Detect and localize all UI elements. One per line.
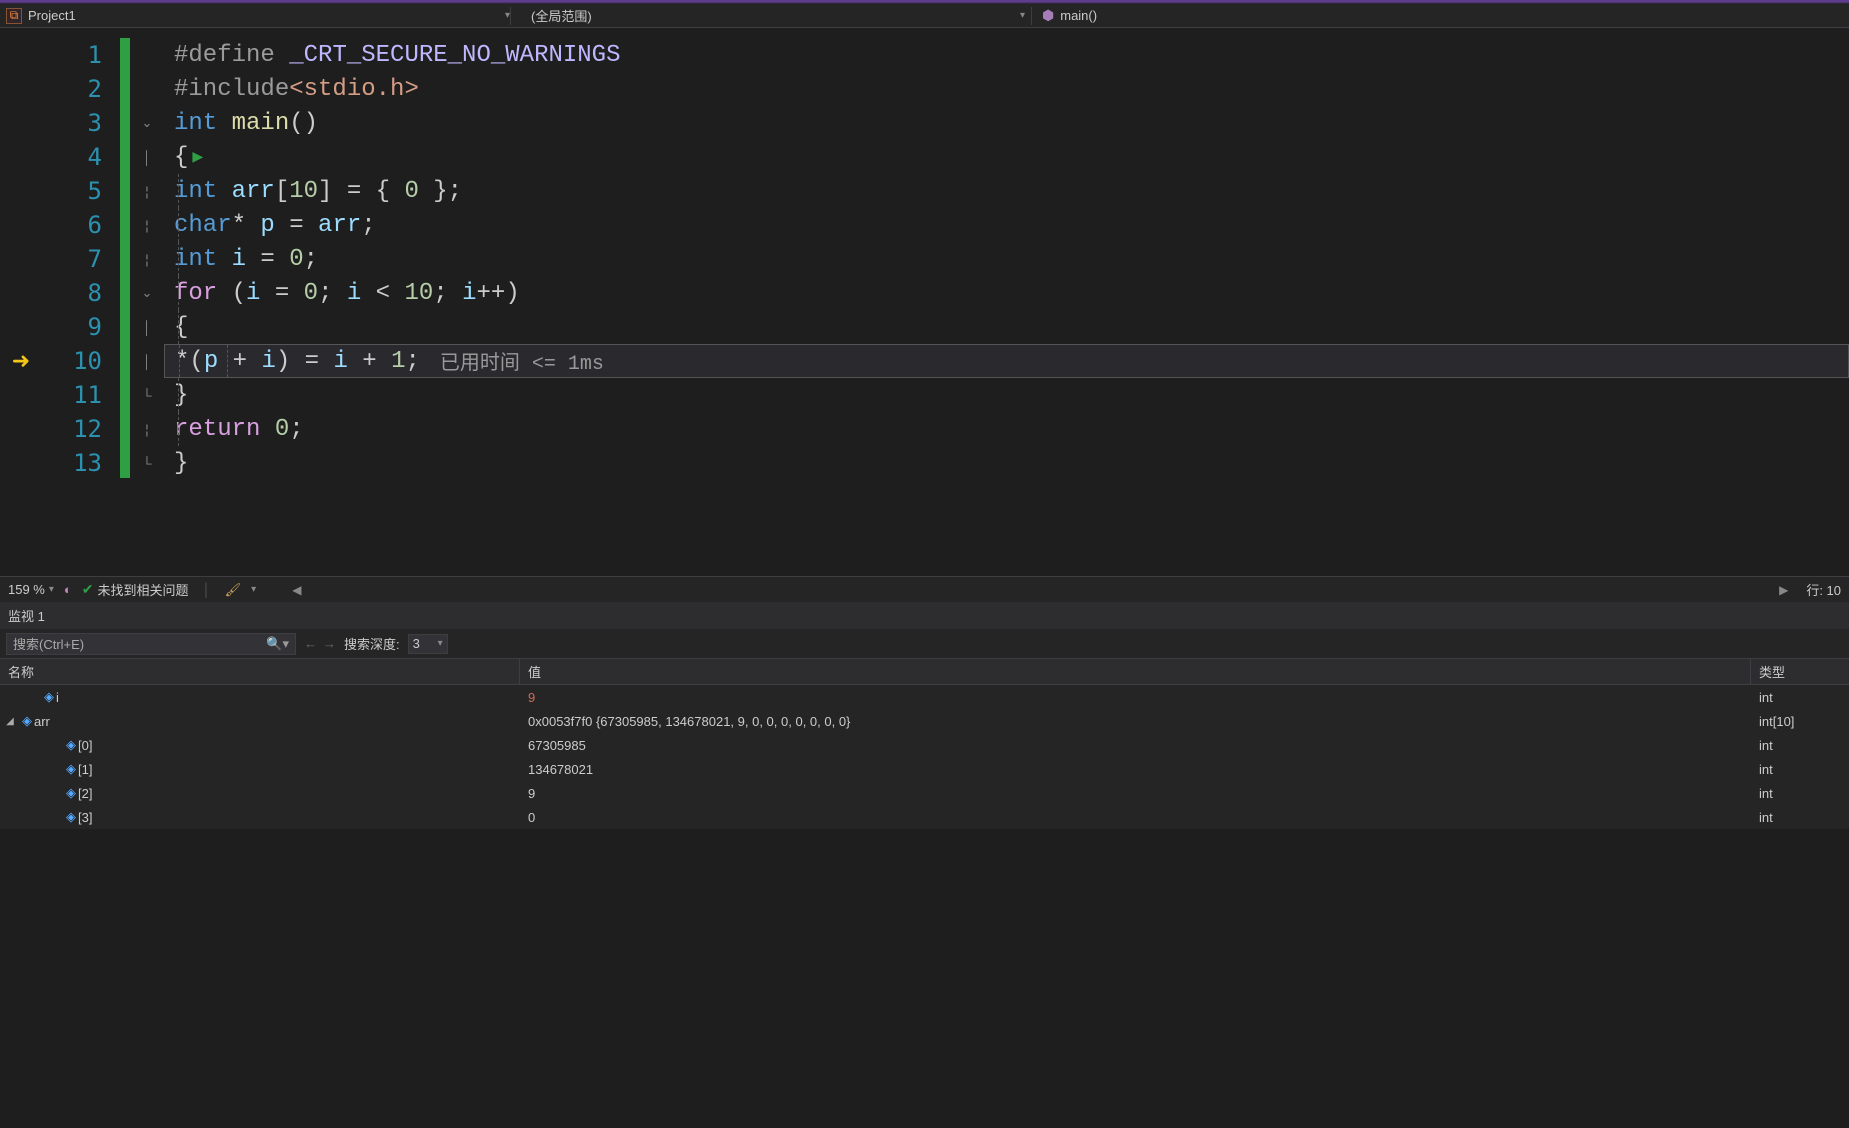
change-indicator-bar	[120, 38, 130, 478]
variable-icon: ◈	[22, 713, 32, 729]
nav-function-dropdown[interactable]: ⬢ main()	[1032, 7, 1849, 24]
watch-row[interactable]: ◈ [0] 67305985 int	[0, 733, 1849, 757]
column-header-type[interactable]: 类型	[1751, 659, 1849, 684]
code-text-area[interactable]: #define _CRT_SECURE_NO_WARNINGS #include…	[164, 28, 1849, 576]
watch-row[interactable]: ◈ i 9 int	[0, 685, 1849, 709]
watch-row[interactable]: ◈ [3] 0 int	[0, 805, 1849, 829]
watch-type: int	[1751, 762, 1849, 777]
watch-value: 0	[520, 810, 1751, 825]
code-line: }	[164, 378, 1849, 412]
watch-panel: 监视 1 搜索(Ctrl+E) 🔍▾ ← → 搜索深度: 3 ▾ 名称 值 类型…	[0, 602, 1849, 829]
nav-project-label: Project1	[28, 8, 76, 23]
variable-icon: ◈	[66, 785, 76, 801]
code-line: #define _CRT_SECURE_NO_WARNINGS	[164, 38, 1849, 72]
watch-value: 9	[520, 786, 1751, 801]
watch-value: 67305985	[520, 738, 1751, 753]
fold-toggle-icon[interactable]: ⌄	[130, 276, 164, 310]
code-line: return 0;	[164, 412, 1849, 446]
watch-panel-title: 监视 1	[0, 602, 1849, 629]
watch-toolbar: 搜索(Ctrl+E) 🔍▾ ← → 搜索深度: 3 ▾	[0, 629, 1849, 659]
code-line: int main()	[164, 106, 1849, 140]
watch-value: 0x0053f7f0 {67305985, 134678021, 9, 0, 0…	[520, 714, 1751, 729]
variable-icon: ◈	[66, 809, 76, 825]
breakpoint-gutter[interactable]: ➜	[0, 28, 42, 576]
variable-icon: ◈	[66, 737, 76, 753]
nav-project-dropdown[interactable]: ⧉ Project1 ▾	[0, 8, 510, 24]
search-forward-button[interactable]: →	[323, 636, 336, 651]
navigation-bar: ⧉ Project1 ▾ (全局范围) ▾ ⬢ main()	[0, 4, 1849, 28]
search-back-button[interactable]: ←	[304, 636, 317, 651]
watch-row[interactable]: ◈ [1] 134678021 int	[0, 757, 1849, 781]
code-line: int arr[10] = { 0 };	[164, 174, 1849, 208]
code-line: char* p = arr;	[164, 208, 1849, 242]
issues-status[interactable]: ✔未找到相关问题	[82, 580, 189, 599]
zoom-level[interactable]: 159 % ▾	[8, 582, 54, 597]
run-to-click-icon[interactable]: ▶	[192, 146, 203, 168]
chevron-down-icon: ▾	[438, 638, 443, 649]
execution-pointer-icon: ➜	[12, 348, 30, 374]
code-line: {	[164, 310, 1849, 344]
code-line: {▶	[164, 140, 1849, 174]
fold-gutter[interactable]: ⌄ │ ¦ ¦ ¦ ⌄ │ │ └ ¦ └	[130, 28, 164, 576]
nav-scope-dropdown[interactable]: (全局范围) ▾	[511, 4, 1031, 27]
code-line: for (i = 0; i < 10; i++)	[164, 276, 1849, 310]
cpp-project-icon: ⧉	[6, 8, 22, 24]
watch-type: int[10]	[1751, 714, 1849, 729]
brush-icon[interactable]: 🖌	[225, 582, 242, 598]
code-line: }	[164, 446, 1849, 480]
search-depth-select[interactable]: 3 ▾	[408, 634, 448, 654]
search-icon: 🔍▾	[266, 636, 289, 652]
watch-value: 9	[520, 690, 1751, 705]
column-header-name[interactable]: 名称	[0, 659, 520, 684]
cube-icon: ⬢	[1042, 7, 1054, 24]
chevron-down-icon: ▾	[1020, 10, 1025, 21]
code-line-current: *(p + i) = i + 1;已用时间 <= 1ms	[164, 344, 1849, 378]
line-number-gutter: 1 2 3 4 5 6 7 8 9 10 11 12 13	[42, 28, 120, 576]
intellisense-icon[interactable]: ◐	[64, 582, 72, 597]
perf-tip[interactable]: 已用时间 <= 1ms	[440, 346, 604, 376]
watch-value: 134678021	[520, 762, 1751, 777]
scroll-right-button[interactable]: ▶	[1773, 581, 1794, 599]
watch-column-header[interactable]: 名称 值 类型	[0, 659, 1849, 685]
code-editor[interactable]: ➜ 1 2 3 4 5 6 7 8 9 10 11 12 13 ⌄ │ ¦ ¦ …	[0, 28, 1849, 576]
cursor-line-indicator[interactable]: 行: 10	[1806, 580, 1841, 599]
expand-toggle-icon[interactable]: ◢	[0, 716, 20, 727]
watch-type: int	[1751, 810, 1849, 825]
nav-scope-label: (全局范围)	[531, 6, 592, 25]
code-line: int i = 0;	[164, 242, 1849, 276]
code-line: #include<stdio.h>	[164, 72, 1849, 106]
watch-search-input[interactable]: 搜索(Ctrl+E) 🔍▾	[6, 633, 296, 655]
watch-type: int	[1751, 690, 1849, 705]
scroll-left-button[interactable]: ◀	[286, 581, 307, 599]
variable-icon: ◈	[44, 689, 54, 705]
nav-function-label: main()	[1060, 8, 1097, 23]
editor-status-bar: 159 % ▾ ◐ ✔未找到相关问题 │ 🖌 ▾ ◀ ▶ 行: 10	[0, 576, 1849, 602]
check-icon: ✔	[82, 581, 94, 598]
watch-row[interactable]: ◈ [2] 9 int	[0, 781, 1849, 805]
watch-row[interactable]: ◢◈ arr 0x0053f7f0 {67305985, 134678021, …	[0, 709, 1849, 733]
watch-type: int	[1751, 738, 1849, 753]
watch-type: int	[1751, 786, 1849, 801]
column-header-value[interactable]: 值	[520, 659, 1751, 684]
variable-icon: ◈	[66, 761, 76, 777]
fold-toggle-icon[interactable]: ⌄	[130, 106, 164, 140]
search-depth-label: 搜索深度:	[344, 634, 400, 653]
